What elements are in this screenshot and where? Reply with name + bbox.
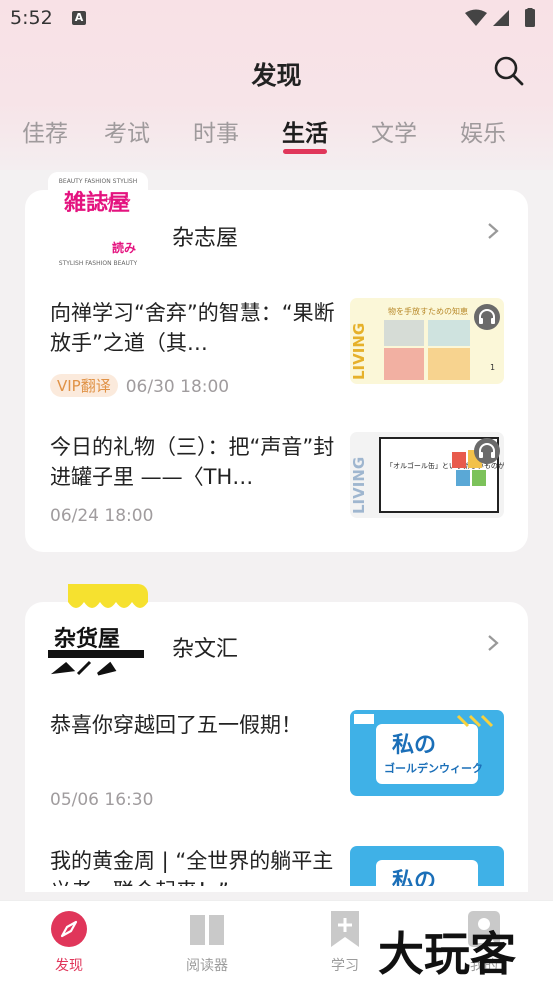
svg-text:読み: 読み bbox=[112, 240, 136, 255]
article-time: 06/30 18:00 bbox=[125, 377, 230, 397]
article-meta: 05/06 16:30 bbox=[50, 790, 153, 810]
nav-discover[interactable]: 发现 bbox=[29, 909, 109, 975]
article-meta: VIP翻译 06/30 18:00 bbox=[50, 374, 229, 397]
watermark: 大玩客 bbox=[378, 927, 516, 981]
article-time: 05/06 16:30 bbox=[50, 790, 154, 810]
magazine-cover[interactable]: BEAUTY FASHION STYLISH STYLISH FASHION B… bbox=[48, 172, 148, 268]
article-time: 06/24 18:00 bbox=[50, 506, 154, 526]
article-title[interactable]: 今日的礼物（三）：把“声音”封进罐子里 ——〈TH… bbox=[50, 432, 335, 492]
article-item[interactable]: 恭喜你穿越回了五一假期！ 05/06 16:30 私の ゴールデンウィーク bbox=[50, 710, 505, 820]
svg-text:私の: 私の bbox=[392, 733, 436, 758]
book-icon bbox=[190, 915, 224, 945]
tab-active-indicator bbox=[283, 149, 327, 154]
search-icon[interactable] bbox=[493, 55, 525, 87]
tab-literature[interactable]: 文学 bbox=[371, 114, 417, 148]
article-meta: 06/24 18:00 bbox=[50, 506, 153, 526]
headphones-icon bbox=[474, 304, 500, 330]
nav-reader[interactable]: 阅读器 bbox=[167, 909, 247, 975]
wifi-icon bbox=[465, 9, 487, 26]
zasshiya-logo: BEAUTY FASHION STYLISH STYLISH FASHION B… bbox=[48, 172, 148, 268]
svg-text:LIVING: LIVING bbox=[350, 323, 368, 380]
article-thumbnail[interactable]: 私の bbox=[350, 846, 504, 886]
magazine-cover[interactable]: 杂货屋 bbox=[48, 584, 148, 680]
svg-text:ザッシ: ザッシ bbox=[104, 196, 131, 207]
tab-news[interactable]: 时事 bbox=[193, 114, 239, 148]
zahuowu-logo: 杂货屋 bbox=[48, 584, 148, 676]
tab-exam[interactable]: 考试 bbox=[104, 114, 150, 148]
page-title: 发现 bbox=[251, 61, 302, 90]
compass-icon bbox=[51, 911, 87, 947]
article-item[interactable]: 我的黄金周 | “全世界的躺平主义者，联合起来！” 私の bbox=[50, 846, 505, 886]
article-thumbnail[interactable]: LIVING 物を手放すための知恵 1 bbox=[350, 298, 504, 384]
svg-text:物を手放すための知恵: 物を手放すための知恵 bbox=[388, 306, 468, 316]
svg-text:私の: 私の bbox=[392, 869, 436, 886]
article-item[interactable]: 向禅学习“舍弃”的智慧：“果断放手”之道（其… VIP翻译 06/30 18:00… bbox=[50, 298, 505, 408]
category-tabs: 佳荐 考试 时事 生活 文学 娱乐 bbox=[0, 110, 553, 158]
article-item[interactable]: 今日的礼物（三）：把“声音”封进罐子里 ——〈TH… 06/24 18:00 L… bbox=[50, 432, 505, 542]
chevron-right-icon[interactable] bbox=[484, 632, 502, 654]
battery-icon bbox=[525, 9, 535, 27]
tab-entertainment[interactable]: 娱乐 bbox=[460, 114, 506, 148]
chevron-right-icon[interactable] bbox=[484, 220, 502, 242]
cell-signal-icon bbox=[493, 10, 509, 26]
svg-text:ゴールデンウィーク: ゴールデンウィーク bbox=[384, 761, 483, 775]
magazine-name[interactable]: 杂志屋 bbox=[172, 220, 238, 252]
article-title[interactable]: 我的黄金周 | “全世界的躺平主义者，联合起来！” bbox=[50, 846, 335, 886]
bookmark-plus-icon bbox=[331, 911, 359, 947]
nav-label: 学习 bbox=[331, 958, 359, 974]
status-time: 5:52 bbox=[10, 7, 53, 29]
svg-text:STYLISH FASHION BEAUTY: STYLISH FASHION BEAUTY bbox=[59, 260, 138, 267]
vip-badge: VIP翻译 bbox=[50, 374, 118, 397]
svg-text:杂货屋: 杂货屋 bbox=[54, 626, 120, 652]
status-bar: 5:52 A bbox=[0, 0, 553, 36]
tab-life[interactable]: 生活 bbox=[282, 114, 328, 148]
signal-battery-icons bbox=[465, 8, 535, 27]
nav-label: 阅读器 bbox=[186, 958, 228, 974]
magazine-name[interactable]: 杂文汇 bbox=[172, 631, 238, 663]
nav-label: 发现 bbox=[55, 958, 83, 974]
article-thumbnail[interactable]: LIVING 「オルゴール缶」という新しいものが出た bbox=[350, 432, 504, 518]
svg-text:1: 1 bbox=[490, 363, 495, 372]
article-title[interactable]: 向禅学习“舍弃”的智慧：“果断放手”之道（其… bbox=[50, 298, 335, 358]
article-title[interactable]: 恭喜你穿越回了五一假期！ bbox=[50, 710, 335, 740]
svg-text:LIVING: LIVING bbox=[350, 457, 368, 514]
notification-icon: A bbox=[72, 11, 86, 25]
svg-text:BEAUTY FASHION STYLISH: BEAUTY FASHION STYLISH bbox=[59, 178, 137, 185]
headphones-icon bbox=[474, 438, 500, 464]
article-thumbnail[interactable]: 私の ゴールデンウィーク bbox=[350, 710, 504, 796]
tab-recommend[interactable]: 佳荐 bbox=[22, 114, 68, 148]
nav-study[interactable]: 学习 bbox=[305, 909, 385, 975]
